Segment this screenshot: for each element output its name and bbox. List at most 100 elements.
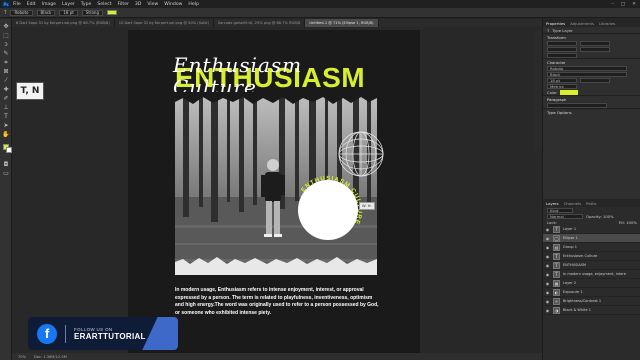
minimize-button[interactable]: – [612,2,614,7]
menu-view[interactable]: View [147,2,158,7]
visibility-eye-icon[interactable]: ◉ [545,245,550,250]
stamp-tool-icon[interactable]: ⊥ [2,104,10,111]
move-tool-icon[interactable]: ✥ [2,23,10,30]
opacity-field[interactable]: Opacity: 100% [586,214,614,219]
anti-alias-select[interactable]: Strong [81,9,103,16]
layer-row-selected[interactable]: ◉ ◯ Ellipse 1 [543,234,640,243]
layers-panel: Layers Channels Paths Kind Normal Opacit… [543,199,640,360]
char-color-swatch[interactable] [559,89,578,95]
menu-window[interactable]: Window [164,2,182,7]
right-panels: Properties Adjustments Libraries T Type … [542,19,640,360]
char-font-row: Roboto [543,65,640,71]
layer-row[interactable]: ◉ ◐ Exposure 1 [543,288,640,297]
hand-tool-icon[interactable]: ✋ [2,131,10,138]
layer-row[interactable]: ◉ ☼ Brightness/Contrast 1 [543,297,640,306]
transform-w-field[interactable] [547,40,577,46]
doc-size: Doc: 1.36M/12.5M [34,354,67,359]
badge-white-circle[interactable] [298,180,358,240]
font-style-select[interactable]: Black [36,9,56,16]
transform-x-field[interactable] [547,46,577,52]
layers-tabs: Layers Channels Paths [543,199,640,207]
visibility-eye-icon[interactable]: ◉ [545,227,550,232]
char-font-select[interactable]: Roboto [547,65,627,71]
layer-row[interactable]: ◉ T Layer 1 [543,225,640,234]
layer-row[interactable]: ◉ ◑ Black & White 1 [543,306,640,315]
zoom-level[interactable]: 70% [18,355,26,359]
menu-file[interactable]: File [13,2,21,7]
visibility-eye-icon[interactable]: ◉ [545,254,550,259]
visibility-eye-icon[interactable]: ◉ [545,236,550,241]
tab-channels[interactable]: Channels [564,201,582,206]
type-options-header[interactable]: Type Options [543,108,640,115]
collapsed-panel-strip[interactable] [534,30,542,150]
font-family-select[interactable]: Roboto [10,9,33,16]
fill-field[interactable]: Fill: 100% [619,220,637,225]
menu-image[interactable]: Image [42,2,56,7]
transform-h-field[interactable] [580,40,610,46]
close-button[interactable]: ✕ [632,2,636,7]
visibility-eye-icon[interactable]: ◉ [545,281,550,286]
brush-tool-icon[interactable]: ✐ [2,95,10,102]
marquee-tool-icon[interactable]: ⬚ [2,32,10,39]
quick-select-tool-icon[interactable]: ✎ [2,50,10,57]
lasso-tool-icon[interactable]: ↄ [2,41,10,48]
paragraph-align-buttons[interactable] [547,102,607,108]
visibility-eye-icon[interactable]: ◉ [545,272,550,277]
layer-row[interactable]: ◉ T Enthusiasm Culture [543,252,640,261]
layer-thumb: T [553,252,560,260]
menu-filter[interactable]: Filter [118,2,129,7]
char-style-select[interactable]: Black [547,71,627,77]
visibility-eye-icon[interactable]: ◉ [545,263,550,268]
transform-section-header[interactable]: Transform [543,33,640,40]
menu-type[interactable]: Type [81,2,92,7]
char-size-field[interactable]: 18 pt [547,77,577,83]
screen-mode-icon[interactable]: ▭ [2,170,10,177]
character-section-header[interactable]: Character [543,58,640,65]
healing-brush-icon[interactable]: ✚ [2,86,10,93]
transform-y-field[interactable] [580,46,610,52]
doc-tab[interactable]: 10 Dart Sape 31 by Kerpert.sel.png @ 50%… [115,19,214,27]
layer-row[interactable]: ◉ ▦ Layer 2 [543,279,640,288]
doc-tab-active[interactable]: Untitled-1 @ 71% (Ellipse 1, RGB/8) [305,19,379,27]
transform-angle-field[interactable] [547,52,577,58]
visibility-eye-icon[interactable]: ◉ [545,290,550,295]
layer-row[interactable]: ◉ ▤ Group 1 [543,243,640,252]
tab-paths[interactable]: Paths [586,201,596,206]
menu-select[interactable]: Select [97,2,111,7]
layer-row[interactable]: ◉ T In modern usage, enjoyment, intere [543,270,640,279]
frame-tool-icon[interactable]: ⊠ [2,68,10,75]
paragraph-section-header[interactable]: Paragraph [543,95,640,102]
visibility-eye-icon[interactable]: ◉ [545,299,550,304]
tab-layers[interactable]: Layers [546,201,559,206]
path-select-tool-icon[interactable]: ➤ [2,122,10,129]
char-tracking-field[interactable]: Metrics [547,83,577,89]
menu-edit[interactable]: Edit [27,2,36,7]
text-color-swatch[interactable] [107,10,117,15]
layer-row[interactable]: ◉ T ENTHUSIASM [543,261,640,270]
menu-3d[interactable]: 3D [135,2,141,7]
doc-tab[interactable]: 8 Dart Sape 31 by Kerpert.sel.png @ 66.7… [12,19,115,27]
tab-libraries[interactable]: Libraries [599,21,615,26]
artboard[interactable]: ENTHUSIASM Enthusiasm Culture ENTHUSIASM… [128,30,420,353]
eyedropper-tool-icon[interactable]: ⁄ [2,77,10,84]
doc-tab[interactable]: Sarcade galsell9.ttl, 25% png @ 66.7% RG… [214,19,306,27]
quick-mask-icon[interactable]: ◘ [2,161,10,168]
char-leading-field[interactable] [580,77,610,83]
wireframe-globe-graphic[interactable] [337,130,385,178]
layer-kind-filter[interactable]: Kind [547,207,573,213]
menu-layer[interactable]: Layer [62,2,75,7]
layer-name: Brightness/Contrast 1 [563,299,602,303]
font-size-select[interactable]: 18 pt [59,9,78,16]
body-paragraph[interactable]: In modern usage, Enthusiasm refers to in… [175,287,379,317]
type-tool-icon[interactable]: T [4,10,6,15]
crop-tool-icon[interactable]: ⌗ [2,59,10,66]
tab-properties[interactable]: Properties [546,21,565,26]
follow-us-banner[interactable]: f FOLLOW US ON ERARTTUTORIAL [28,317,178,350]
blend-mode-select[interactable]: Normal [547,213,583,219]
canvas-workspace[interactable]: ENTHUSIASM Enthusiasm Culture ENTHUSIASM… [12,27,542,353]
visibility-eye-icon[interactable]: ◉ [545,308,550,313]
type-tool-icon[interactable]: T [2,113,10,120]
tab-adjustments[interactable]: Adjustments [570,21,594,26]
menu-help[interactable]: Help [188,2,198,7]
maximize-button[interactable]: □ [621,2,625,7]
